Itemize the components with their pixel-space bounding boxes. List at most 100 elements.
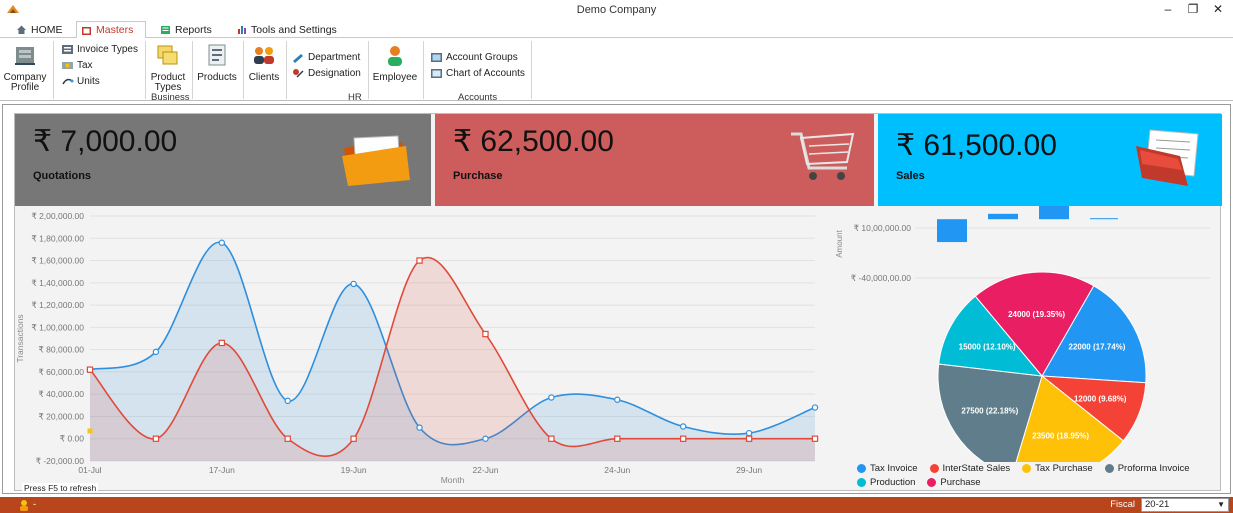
data-point [350, 435, 357, 442]
x-tick-label: 29-Jun [736, 465, 762, 475]
y-tick-label: ₹ -20,000.00 [36, 456, 85, 466]
close-icon[interactable]: ✕ [1208, 1, 1228, 17]
bar [1039, 206, 1069, 220]
purchase-label: Purchase [453, 170, 503, 182]
dashboard-area: ₹ 7,000.00 Quotations ₹ 62,500.00 Purcha… [2, 104, 1231, 494]
y-tick-label: ₹ 1,40,000.00 [31, 278, 84, 288]
x-tick-label: 24-Jun [604, 465, 630, 475]
group-label-business: Business [151, 92, 190, 103]
units-icon [62, 78, 74, 85]
reports-icon [161, 26, 170, 34]
clients-button[interactable]: Clients [246, 43, 282, 83]
bar [937, 219, 967, 243]
sales-amount: ₹ 61,500.00 [896, 129, 1057, 162]
y-tick-label: ₹ 80,000.00 [38, 345, 84, 355]
window-title: Demo Company [576, 4, 657, 16]
y-tick-label: ₹ 20,000.00 [38, 411, 84, 421]
tax-icon [62, 62, 73, 69]
data-point [284, 397, 291, 405]
sales-report-icon [1136, 129, 1199, 186]
legend-item: Tax Purchase [1022, 462, 1093, 475]
units-button[interactable]: Units [61, 75, 100, 88]
tab-home[interactable]: HOME [12, 21, 69, 38]
tab-label: Masters [96, 24, 134, 36]
product-types-button[interactable]: Product Types [148, 43, 188, 93]
legend-swatch [1022, 464, 1032, 473]
designation-icon [293, 69, 304, 78]
products-icon [208, 44, 226, 66]
legend-item: Proforma Invoice [1104, 462, 1190, 475]
data-point [811, 404, 819, 411]
product-types-label: Product Types [150, 72, 186, 93]
data-point [152, 435, 160, 442]
data-point [548, 435, 555, 442]
minimize-icon[interactable]: – [1158, 1, 1178, 17]
account-groups-button[interactable]: Account Groups [430, 51, 518, 64]
y-tick-label: ₹ 10,00,000.00 [854, 223, 912, 233]
data-point [87, 428, 93, 434]
sales-card[interactable]: ₹ 61,500.00 Sales [878, 114, 1222, 206]
status-user-text: - [33, 499, 37, 510]
department-label: Department [308, 52, 361, 63]
tab-tools-and-settings[interactable]: Tools and Settings [232, 21, 343, 38]
pie-legend: Tax Invoice InterState Sales Tax Purchase P… [857, 462, 1217, 490]
bar [988, 213, 1018, 220]
pie-slice-label: 27500 (22.18%) [961, 406, 1018, 415]
transactions-chart: ₹ -20,000.00 ₹ 0.00 ₹ 20,000.00 ₹ 40,000.00… [15, 211, 819, 485]
data-point [614, 396, 621, 403]
y-axis-title: Amount [835, 229, 844, 257]
fiscal-year-select[interactable]: 20-21 ▼ [1141, 498, 1229, 512]
y-tick-label: ₹ 1,20,000.00 [31, 300, 84, 310]
data-point [218, 339, 226, 347]
y-tick-label: ₹ 60,000.00 [38, 367, 84, 377]
designation-button[interactable]: Designation [292, 67, 361, 80]
y-axis-title: Transactions [15, 314, 25, 362]
invoice-types-icon [62, 45, 73, 54]
y-tick-label: ₹ 1,60,000.00 [31, 256, 84, 266]
pie-slice-label: 24000 (19.35%) [1008, 310, 1065, 319]
ribbon-tabs: HOME Masters Reports Tools and Settings … [0, 20, 1233, 54]
company-profile-label: Company Profile [3, 72, 47, 93]
tax-button[interactable]: Tax [61, 59, 93, 72]
legend-swatch [857, 464, 866, 473]
y-tick-label: ₹ 1,00,000.00 [31, 322, 84, 332]
chart-of-accounts-button[interactable]: Chart of Accounts [430, 67, 525, 80]
legend-item: Purchase [927, 476, 981, 489]
legend-swatch [927, 478, 937, 487]
quotations-card[interactable]: ₹ 7,000.00 Quotations [15, 114, 431, 206]
ribbon: Company Profile Invoice Types Tax Units … [0, 38, 1233, 103]
invoice-types-button[interactable]: Invoice Types [61, 43, 138, 56]
legend-label: Tax Purchase [1035, 463, 1093, 474]
y-tick-label: ₹ 2,00,000.00 [31, 211, 84, 221]
folder-icon [342, 135, 410, 186]
company-profile-button[interactable]: Company Profile [3, 43, 47, 93]
employee-button[interactable]: Employee [371, 43, 419, 83]
data-point [745, 429, 753, 437]
purchase-card[interactable]: ₹ 62,500.00 Purchase [435, 114, 874, 206]
products-button[interactable]: Products [195, 43, 239, 83]
legend-label: InterState Sales [942, 463, 1011, 474]
group-label-accounts: Accounts [458, 92, 498, 103]
department-button[interactable]: Department [292, 51, 360, 64]
legend-item: InterState Sales [929, 462, 1011, 475]
quotations-label: Quotations [33, 170, 92, 182]
account-groups-icon [431, 53, 442, 62]
pie-slice-label: 12000 (9.68%) [1074, 394, 1127, 403]
data-point [548, 394, 555, 401]
pie-slice-label: 15000 (12.10%) [959, 342, 1016, 351]
data-point [679, 423, 687, 430]
y-tick-label: ₹ -40,000,00.00 [851, 273, 912, 283]
data-point [284, 435, 291, 442]
tab-masters[interactable]: Masters [76, 21, 146, 39]
data-point [416, 257, 423, 264]
legend-item: Tax Invoice [857, 462, 918, 475]
data-point [416, 424, 423, 431]
data-point [482, 435, 489, 442]
data-point [350, 280, 357, 288]
tab-reports[interactable]: Reports [156, 21, 218, 38]
restore-icon[interactable]: ❐ [1183, 1, 1203, 17]
units-label: Units [77, 76, 100, 87]
legend-swatch [929, 464, 939, 473]
account-groups-label: Account Groups [446, 52, 518, 63]
clients-label: Clients [248, 72, 280, 83]
